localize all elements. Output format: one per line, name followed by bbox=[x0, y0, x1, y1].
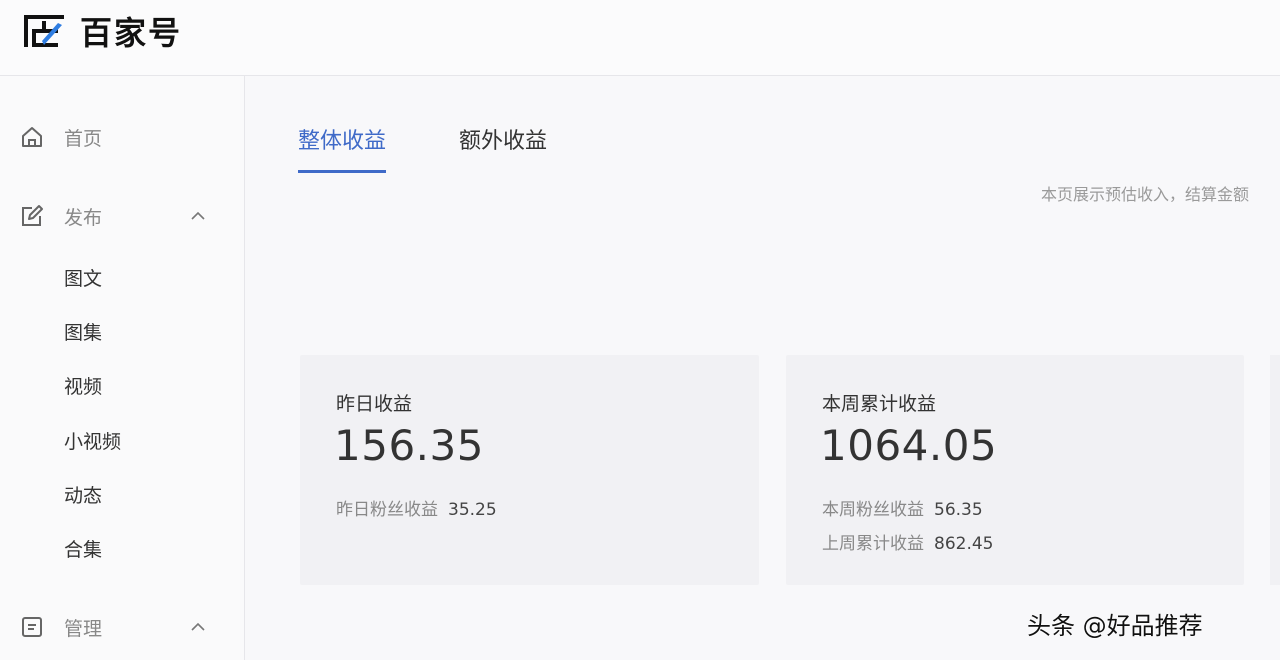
card-value: 1064.05 bbox=[820, 421, 998, 470]
card-row: 上周累计收益 862.45 bbox=[822, 529, 993, 554]
card-title: 本周累计收益 bbox=[822, 393, 937, 415]
main-content: 整体收益 额外收益 本页展示预估收入，结算金额 昨日收益 156.35 昨日粉丝… bbox=[246, 77, 1280, 660]
sidebar-subitem-article[interactable]: 图文 bbox=[64, 261, 224, 293]
sidebar-item-publish[interactable]: 发布 bbox=[0, 196, 245, 236]
row-label: 上周累计收益 bbox=[822, 534, 924, 554]
chevron-up-icon[interactable] bbox=[189, 207, 207, 225]
row-label: 本周粉丝收益 bbox=[822, 500, 924, 520]
estimate-notice: 本页展示预估收入，结算金额 bbox=[1041, 185, 1250, 204]
row-value: 56.35 bbox=[934, 500, 983, 520]
brand-name: 百家号 bbox=[80, 14, 183, 52]
tab-extra-earnings[interactable]: 额外收益 bbox=[459, 123, 547, 163]
next-card-edge bbox=[1270, 355, 1280, 585]
card-title: 昨日收益 bbox=[336, 393, 413, 415]
edit-icon bbox=[22, 205, 43, 226]
sidebar-item-label: 发布 bbox=[64, 206, 103, 229]
sidebar-subitem-gallery[interactable]: 图集 bbox=[64, 315, 224, 347]
yesterday-earnings-card: 昨日收益 156.35 昨日粉丝收益 35.25 bbox=[300, 355, 759, 585]
row-value: 35.25 bbox=[448, 500, 497, 520]
sidebar-subitem-moments[interactable]: 动态 bbox=[64, 478, 224, 510]
card-value: 156.35 bbox=[334, 421, 484, 470]
baijiahao-logo-icon bbox=[24, 15, 64, 47]
sidebar-item-label: 首页 bbox=[64, 127, 103, 150]
brand-logo[interactable]: 百家号 bbox=[22, 11, 183, 52]
sidebar-subitem-collection[interactable]: 合集 bbox=[64, 532, 224, 564]
sidebar-item-home[interactable]: 首页 bbox=[0, 117, 245, 157]
home-icon bbox=[22, 127, 42, 147]
top-bar: 百家号 bbox=[0, 0, 1280, 76]
document-icon bbox=[22, 617, 42, 637]
row-value: 862.45 bbox=[934, 534, 994, 554]
row-label: 昨日粉丝收益 bbox=[336, 500, 438, 520]
sidebar-item-manage[interactable]: 管理 bbox=[0, 607, 245, 647]
card-row: 本周粉丝收益 56.35 bbox=[822, 495, 983, 520]
sidebar-subitem-short-video[interactable]: 小视频 bbox=[64, 424, 224, 456]
tab-overall-earnings[interactable]: 整体收益 bbox=[298, 123, 387, 173]
sidebar-subitem-video[interactable]: 视频 bbox=[64, 369, 224, 401]
watermark: 头条 @好品推荐 bbox=[1027, 612, 1203, 640]
chevron-up-icon[interactable] bbox=[189, 618, 207, 636]
sidebar-item-label: 管理 bbox=[64, 617, 103, 640]
sidebar: 首页 发布 图文 图集 视频 小视频 动态 合集 管理 bbox=[0, 76, 245, 660]
card-row: 昨日粉丝收益 35.25 bbox=[336, 495, 497, 520]
weekly-earnings-card: 本周累计收益 1064.05 本周粉丝收益 56.35 上周累计收益 862.45 bbox=[786, 355, 1244, 585]
